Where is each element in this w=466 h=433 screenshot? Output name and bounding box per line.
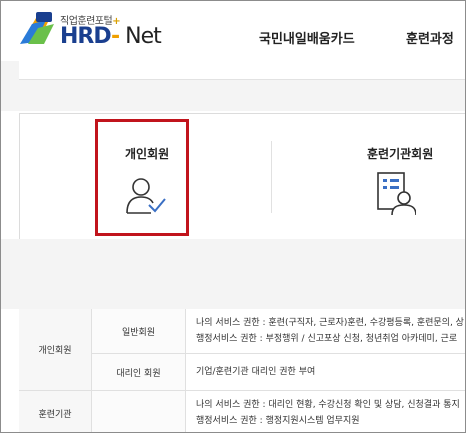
logo-mark-icon [20, 12, 54, 44]
nav-training-course[interactable]: 훈련과정 [406, 28, 454, 47]
logo-wordmark: HRD- Net [60, 24, 162, 49]
permission-line: 나의 서비스 권한 : 대리인 현황, 수강신청 확인 및 상담, 신청결과 통… [196, 400, 460, 410]
permission-line: 행정서비스 권한 : 부정행위 / 신고포상 신청, 청년취업 아카데미, 근로 [196, 334, 458, 344]
table-row: 훈련기관 나의 서비스 권한 : 대리인 현황, 수강신청 확인 및 상담, 신… [19, 390, 465, 432]
browser-frame: 직업훈련포털+ HRD- Net 국민내일배움카드 훈련과정 개인회원 훈련기관… [0, 0, 466, 433]
hrd-net-logo[interactable]: 직업훈련포털+ HRD- Net [18, 10, 162, 50]
individual-member-button[interactable] [95, 119, 189, 236]
permission-line: 행정서비스 권한 : 행정지원시스템 업무지원 [196, 416, 360, 426]
group-cell-institution: 훈련기관 [19, 390, 92, 432]
member-permission-table: 개인회원 일반회원 나의 서비스 권한 : 훈련(구직자, 근로자)훈련, 수강… [19, 309, 465, 432]
desc-cell: 기업/훈련기관 대리인 권한 부여 [185, 353, 465, 391]
sub-cell-agent: 대리인 회원 [91, 353, 186, 391]
desc-cell: 나의 서비스 권한 : 대리인 현황, 수강신청 확인 및 상담, 신청결과 통… [185, 390, 465, 432]
table-row: 개인회원 일반회원 나의 서비스 권한 : 훈련(구직자, 근로자)훈련, 수강… [19, 309, 465, 391]
section-gap [1, 239, 465, 309]
permission-line: 나의 서비스 권한 : 훈련(구직자, 근로자)훈련, 수강평등록, 훈련문의,… [196, 318, 464, 328]
desc-cell: 나의 서비스 권한 : 훈련(구직자, 근로자)훈련, 수강평등록, 훈련문의,… [185, 309, 465, 354]
sub-cell-general: 일반회원 [91, 309, 186, 354]
site-header: 직업훈련포털+ HRD- Net 국민내일배움카드 훈련과정 [1, 1, 465, 61]
institution-member-label: 훈련기관회원 [367, 147, 434, 161]
panel-divider [271, 141, 272, 213]
institution-member-icon[interactable] [376, 172, 416, 216]
content-strip [19, 61, 465, 80]
sub-cell-empty [91, 390, 186, 432]
group-cell-individual: 개인회원 [19, 309, 92, 391]
permission-line: 기업/훈련기관 대리인 권한 부여 [196, 367, 316, 377]
nav-national-card[interactable]: 국민내일배움카드 [259, 28, 355, 47]
